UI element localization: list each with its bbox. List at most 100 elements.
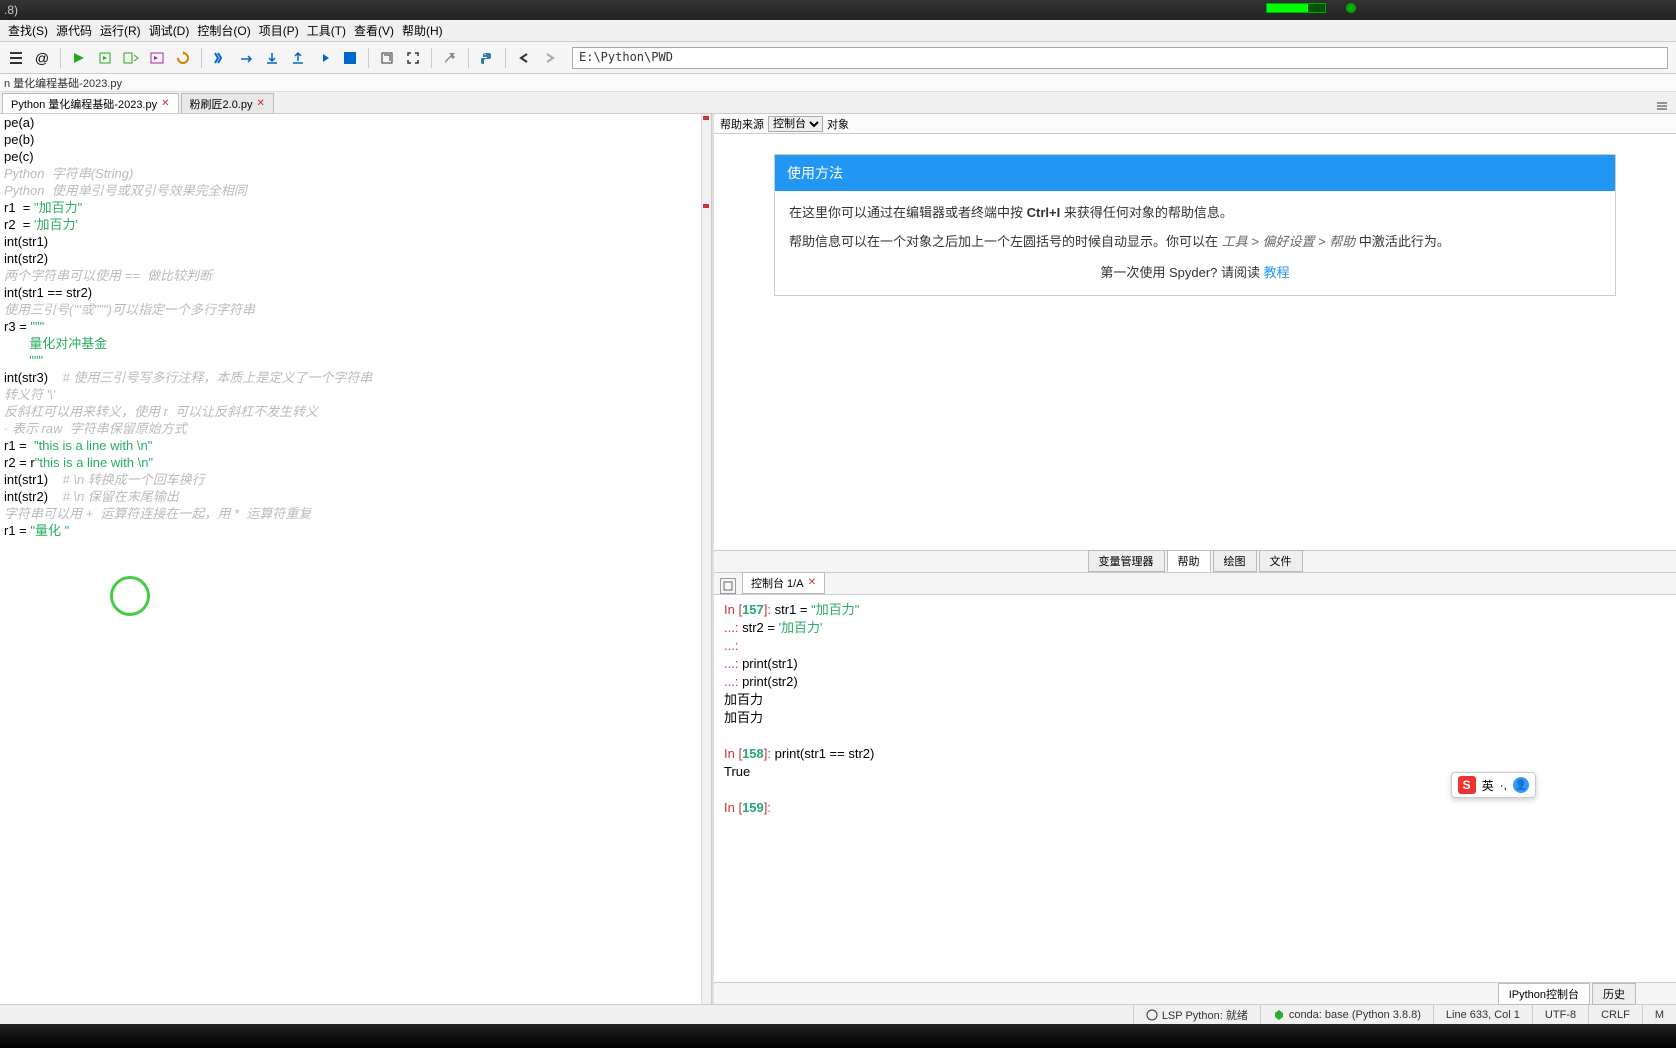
tab-files[interactable]: 文件	[1259, 550, 1303, 572]
tab-plots[interactable]: 绘图	[1213, 550, 1257, 572]
status-eol[interactable]: CRLF	[1588, 1005, 1642, 1024]
step-into-icon[interactable]	[260, 46, 284, 70]
menu-source[interactable]: 源代码	[52, 20, 96, 41]
continue-icon[interactable]	[312, 46, 336, 70]
scrollbar-marks[interactable]	[701, 114, 711, 1004]
tab-label: Python 量化编程基础-2023.py	[11, 96, 157, 112]
console-line: ...:	[724, 637, 1666, 655]
code-line: int(str3) # 使用三引号写多行注释，本质上是定义了一个字符串	[4, 369, 711, 386]
menu-help[interactable]: 帮助(H)	[398, 20, 447, 41]
code-line: pe(b)	[4, 131, 711, 148]
console-line: ...: print(str1)	[724, 655, 1666, 673]
ime-logo-icon[interactable]: S	[1458, 776, 1476, 794]
status-lsp[interactable]: LSP Python: 就绪	[1133, 1005, 1260, 1024]
status-conda[interactable]: conda: base (Python 3.8.8)	[1260, 1005, 1433, 1024]
status-position[interactable]: Line 633, Col 1	[1433, 1005, 1532, 1024]
rerun-icon[interactable]	[171, 46, 195, 70]
preferences-icon[interactable]	[438, 46, 462, 70]
menu-run[interactable]: 运行(R)	[96, 20, 145, 41]
run-cell-advance-icon[interactable]	[119, 46, 143, 70]
tutorial-link[interactable]: 教程	[1264, 265, 1290, 280]
tab-variables[interactable]: 变量管理器	[1088, 550, 1165, 572]
status-mem[interactable]: M	[1642, 1005, 1676, 1024]
console-output: 加百力	[724, 691, 1666, 709]
back-icon[interactable]	[512, 46, 536, 70]
status-encoding[interactable]: UTF-8	[1532, 1005, 1588, 1024]
tab-history[interactable]: 历史	[1592, 983, 1636, 1005]
help-toolbar: 帮助来源 控制台 对象	[714, 114, 1676, 134]
console-pane-icon[interactable]	[720, 578, 736, 594]
code-line: """	[4, 352, 711, 369]
header-indicator	[1346, 3, 1356, 13]
tab-help[interactable]: 帮助	[1167, 550, 1211, 572]
close-icon[interactable]: ✕	[161, 98, 169, 109]
path-input[interactable]: E:\Python\PWD	[572, 47, 1668, 69]
run-icon[interactable]	[67, 46, 91, 70]
menu-console[interactable]: 控制台(O)	[193, 20, 254, 41]
debug-icon[interactable]	[208, 46, 232, 70]
console-tab-label: 控制台 1/A	[751, 575, 804, 591]
code-line: int(str1)	[4, 233, 711, 250]
right-tabs: 变量管理器 帮助 绘图 文件	[714, 551, 1676, 573]
code-line: Python 字符串(String)	[4, 165, 711, 182]
forward-icon[interactable]	[538, 46, 562, 70]
code-line: 反斜杠可以用来转义，使用 r 可以让反斜杠不发生转义	[4, 403, 711, 420]
at-icon[interactable]: @	[30, 46, 54, 70]
menu-project[interactable]: 项目(P)	[255, 20, 303, 41]
console-prompt: In [159]:	[724, 799, 1666, 817]
code-line: int(str2) # \n 保留在末尾输出	[4, 488, 711, 505]
code-line: 字符串可以用 + 运算符连接在一起，用 * 运算符重复	[4, 505, 711, 522]
tab-menu-icon[interactable]	[1650, 94, 1674, 118]
close-icon[interactable]: ✕	[256, 98, 264, 109]
code-line: r1 = "加百力"	[4, 199, 711, 216]
console-line: ...: str2 = '加百力'	[724, 619, 1666, 637]
python-icon[interactable]	[475, 46, 499, 70]
maximize-icon[interactable]	[375, 46, 399, 70]
statusbar: LSP Python: 就绪 conda: base (Python 3.8.8…	[0, 1004, 1676, 1024]
console-bottom-tabs: IPython控制台 历史	[714, 982, 1676, 1004]
help-line-2: 帮助信息可以在一个对象之后加上一个左圆括号的时候自动显示。你可以在 工具 > 偏…	[789, 232, 1601, 253]
close-icon[interactable]: ✕	[808, 577, 816, 588]
menubar: 查找(S) 源代码 运行(R) 调试(D) 控制台(O) 项目(P) 工具(T)…	[0, 20, 1676, 42]
code-line: Python 使用单引号或双引号效果完全相同	[4, 182, 711, 199]
breadcrumb: n 量化编程基础-2023.py	[0, 74, 1676, 92]
ime-lang[interactable]: 英	[1482, 777, 1494, 794]
code-line: int(str1) # \n 转换成一个回车换行	[4, 471, 711, 488]
step-over-icon[interactable]	[234, 46, 258, 70]
list-icon[interactable]	[4, 46, 28, 70]
title-text: .8)	[0, 3, 18, 17]
code-line: int(str2)	[4, 250, 711, 267]
code-line: r3 = """	[4, 318, 711, 335]
code-line: pe(a)	[4, 114, 711, 131]
run-cell-icon[interactable]	[93, 46, 117, 70]
menu-find[interactable]: 查找(S)	[4, 20, 52, 41]
menu-view[interactable]: 查看(V)	[350, 20, 398, 41]
run-selection-icon[interactable]	[145, 46, 169, 70]
os-taskbar[interactable]	[0, 1024, 1676, 1048]
ime-account-icon[interactable]: 👤	[1513, 777, 1529, 793]
code-line: · 表示 raw 字符串保留原始方式	[4, 420, 711, 437]
tab-file-2[interactable]: 粉刷匠2.0.py✕	[181, 93, 274, 113]
help-source-select[interactable]: 控制台	[768, 116, 823, 132]
stop-debug-icon[interactable]	[338, 46, 362, 70]
code-line: r2 = '加百力'	[4, 216, 711, 233]
code-editor[interactable]: pe(a)pe(b)pe(c)Python 字符串(String)Python …	[0, 114, 711, 1004]
help-object-label: 对象	[827, 116, 849, 132]
window-titlebar: .8)	[0, 0, 1676, 20]
menu-debug[interactable]: 调试(D)	[145, 20, 194, 41]
code-line: 量化对冲基金	[4, 335, 711, 352]
console-output: 加百力	[724, 709, 1666, 727]
code-line: r2 = r"this is a line with \n"	[4, 454, 711, 471]
tab-file-1[interactable]: Python 量化编程基础-2023.py ✕	[2, 93, 179, 113]
ime-toolbar[interactable]: S 英 ·, 👤	[1451, 772, 1536, 798]
console-line: In [158]: print(str1 == str2)	[724, 745, 1666, 763]
step-out-icon[interactable]	[286, 46, 310, 70]
code-line: r1 = "量化 "	[4, 522, 711, 539]
tab-label: 粉刷匠2.0.py	[190, 96, 253, 112]
fullscreen-icon[interactable]	[401, 46, 425, 70]
console-tab[interactable]: 控制台 1/A ✕	[742, 572, 825, 594]
console-tabbar: 控制台 1/A ✕	[714, 573, 1676, 595]
tab-ipython[interactable]: IPython控制台	[1498, 983, 1590, 1005]
code-line: int(str1 == str2)	[4, 284, 711, 301]
menu-tools[interactable]: 工具(T)	[303, 20, 350, 41]
